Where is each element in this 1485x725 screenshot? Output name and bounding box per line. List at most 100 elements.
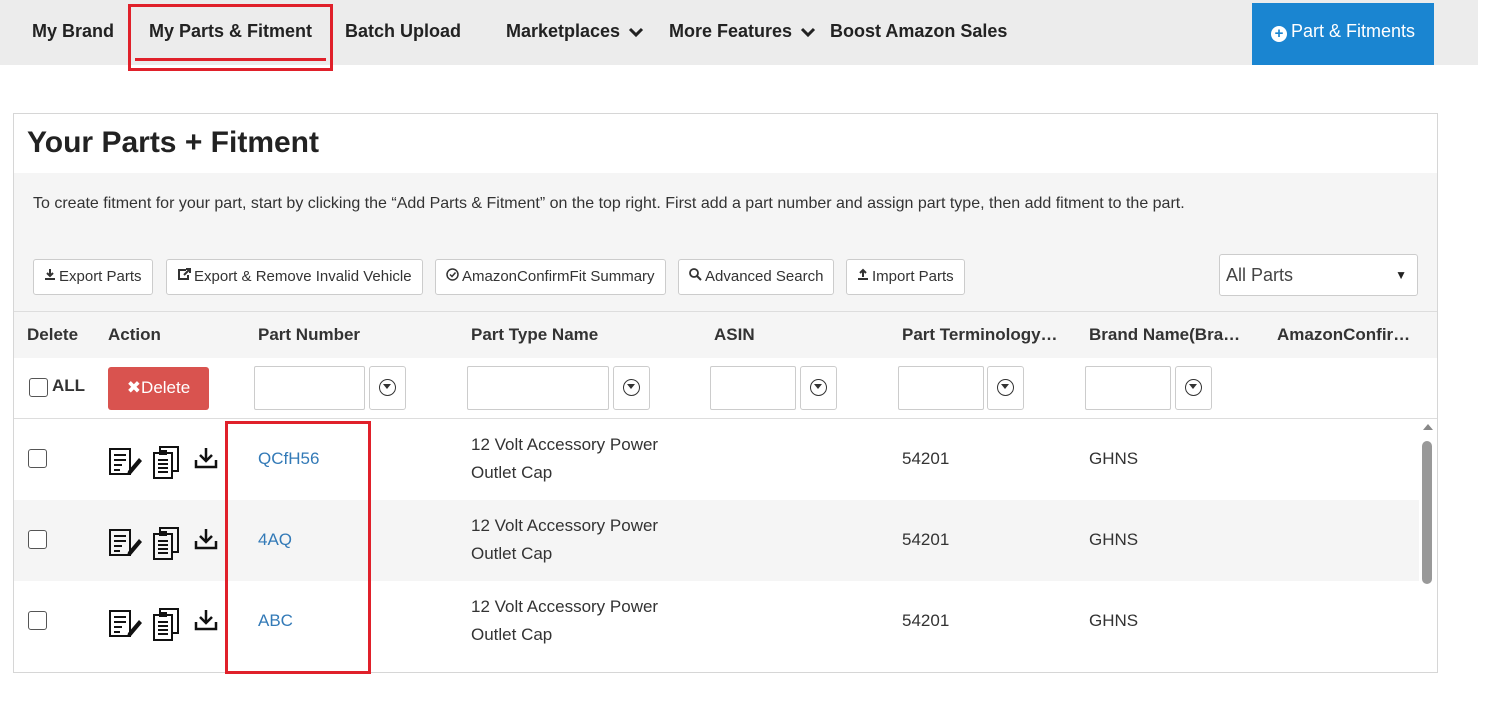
export-parts-label: Export Parts	[59, 268, 142, 285]
table-scrollbar[interactable]	[1419, 419, 1437, 672]
asin-filter-input[interactable]	[710, 366, 796, 410]
filter-icon	[1185, 379, 1202, 396]
part-type-line2: Outlet Cap	[471, 463, 553, 482]
table-row: 4AQ 12 Volt Accessory Power Outlet Cap 54…	[14, 500, 1419, 581]
filter-row: ALL ✖Delete	[14, 358, 1437, 419]
brand-cell: GHNS	[1089, 449, 1139, 468]
add-part-fitments-button[interactable]: + Part & Fitments	[1252, 3, 1434, 65]
header-amazon-confirmfit[interactable]: AmazonConfir…	[1277, 312, 1410, 358]
part-number-filter-input[interactable]	[254, 366, 365, 410]
scrollbar-thumb[interactable]	[1422, 441, 1432, 584]
header-brand-name[interactable]: Brand Name(Bra…	[1089, 312, 1240, 358]
nav-more-features-label: More Features	[669, 21, 793, 41]
advanced-search-label: Advanced Search	[705, 268, 824, 285]
terminology-filter-button[interactable]	[987, 366, 1024, 410]
part-type-name-cell: 12 Volt Accessory Power Outlet Cap	[471, 431, 658, 487]
table-header: Delete Action Part Number Part Type Name…	[14, 312, 1437, 358]
download-icon[interactable]	[194, 608, 218, 637]
row-checkbox[interactable]	[28, 530, 47, 549]
part-number-filter-button[interactable]	[369, 366, 406, 410]
advanced-search-button[interactable]: Advanced Search	[678, 259, 835, 295]
header-delete: Delete	[27, 325, 79, 344]
header-asin[interactable]: ASIN	[714, 312, 755, 358]
dropdown-arrow-icon: ▼	[1395, 268, 1407, 282]
delete-button-label: Delete	[141, 378, 191, 397]
part-number-link[interactable]: QCfH56	[258, 449, 319, 469]
brand-filter-button[interactable]	[1175, 366, 1212, 410]
select-all-checkbox[interactable]	[29, 378, 48, 397]
row-checkbox[interactable]	[28, 449, 47, 468]
terminology-cell: 54201	[902, 530, 950, 549]
download-icon[interactable]	[194, 527, 218, 556]
header-part-terminology[interactable]: Part Terminology…	[902, 312, 1058, 358]
chevron-down-icon	[800, 1, 816, 64]
check-circle-icon	[446, 260, 459, 294]
part-type-line1: 12 Volt Accessory Power	[471, 597, 659, 616]
part-type-name-cell: 12 Volt Accessory Power Outlet Cap	[471, 512, 658, 568]
filter-icon	[379, 379, 396, 396]
filter-icon	[810, 379, 827, 396]
export-parts-button[interactable]: Export Parts	[33, 259, 153, 295]
chevron-down-icon	[628, 1, 644, 64]
part-type-name-cell: 12 Volt Accessory Power Outlet Cap	[471, 593, 658, 649]
nav-more-features[interactable]: More Features	[669, 0, 816, 65]
edit-icon[interactable]	[108, 446, 142, 483]
row-checkbox[interactable]	[28, 611, 47, 630]
upload-icon	[857, 260, 869, 294]
brand-filter-input[interactable]	[1085, 366, 1171, 410]
copy-icon[interactable]	[152, 446, 180, 485]
filter-icon	[623, 379, 640, 396]
part-type-filter-button[interactable]	[613, 366, 650, 410]
plus-circle-icon: +	[1270, 26, 1287, 42]
parts-filter-select[interactable]: All Parts ▼	[1219, 254, 1418, 296]
nav-my-brand[interactable]: My Brand	[32, 0, 114, 65]
part-type-line2: Outlet Cap	[471, 544, 553, 563]
page-title: Your Parts + Fitment	[27, 126, 320, 159]
part-type-filter-input[interactable]	[467, 366, 609, 410]
confirmfit-summary-label: AmazonConfirmFit Summary	[462, 268, 655, 285]
download-icon	[44, 260, 56, 294]
table-row: QCfH56 12 Volt Accessory Power Outlet Cap…	[14, 419, 1419, 500]
part-type-line1: 12 Volt Accessory Power	[471, 435, 659, 454]
asin-filter-button[interactable]	[800, 366, 837, 410]
terminology-filter-input[interactable]	[898, 366, 984, 410]
table-body: QCfH56 12 Volt Accessory Power Outlet Cap…	[14, 419, 1419, 672]
export-remove-label: Export & Remove Invalid Vehicle	[194, 268, 412, 285]
header-part-number[interactable]: Part Number	[258, 312, 360, 358]
header-action: Action	[108, 325, 161, 344]
external-link-icon	[177, 260, 191, 294]
edit-icon[interactable]	[108, 527, 142, 564]
copy-icon[interactable]	[152, 608, 180, 647]
brand-cell: GHNS	[1089, 530, 1139, 549]
add-part-fitments-label: Part & Fitments	[1290, 21, 1416, 41]
import-parts-label: Import Parts	[872, 268, 954, 285]
table-row: ABC 12 Volt Accessory Power Outlet Cap 54…	[14, 581, 1419, 662]
part-number-link[interactable]: ABC	[258, 611, 293, 631]
close-icon: ✖	[126, 378, 142, 397]
parts-fitment-panel: Your Parts + Fitment To create fitment f…	[13, 113, 1438, 673]
parts-filter-value: All Parts	[1226, 265, 1294, 285]
export-remove-invalid-button[interactable]: Export & Remove Invalid Vehicle	[166, 259, 423, 295]
part-type-line2: Outlet Cap	[471, 625, 553, 644]
panel-toolbar-area: To create fitment for your part, start b…	[14, 173, 1437, 312]
nav-marketplaces-label: Marketplaces	[506, 21, 621, 41]
copy-icon[interactable]	[152, 527, 180, 566]
confirmfit-summary-button[interactable]: AmazonConfirmFit Summary	[435, 259, 666, 295]
nav-boost-amazon-sales[interactable]: Boost Amazon Sales	[830, 0, 1007, 65]
edit-icon[interactable]	[108, 608, 142, 645]
brand-cell: GHNS	[1089, 611, 1139, 630]
filter-icon	[997, 379, 1014, 396]
scroll-up-arrow-icon[interactable]	[1423, 424, 1433, 430]
instructions-text: To create fitment for your part, start b…	[33, 195, 1185, 212]
part-number-link[interactable]: 4AQ	[258, 530, 292, 550]
select-all-label: ALL	[52, 376, 86, 395]
download-icon[interactable]	[194, 446, 218, 475]
import-parts-button[interactable]: Import Parts	[846, 259, 965, 295]
nav-marketplaces[interactable]: Marketplaces	[506, 0, 644, 65]
nav-batch-upload[interactable]: Batch Upload	[345, 0, 461, 65]
search-icon	[689, 260, 702, 294]
panel-header: Your Parts + Fitment	[14, 114, 1437, 174]
header-part-type-name[interactable]: Part Type Name	[471, 312, 598, 358]
terminology-cell: 54201	[902, 449, 950, 468]
delete-button[interactable]: ✖Delete	[108, 367, 209, 410]
